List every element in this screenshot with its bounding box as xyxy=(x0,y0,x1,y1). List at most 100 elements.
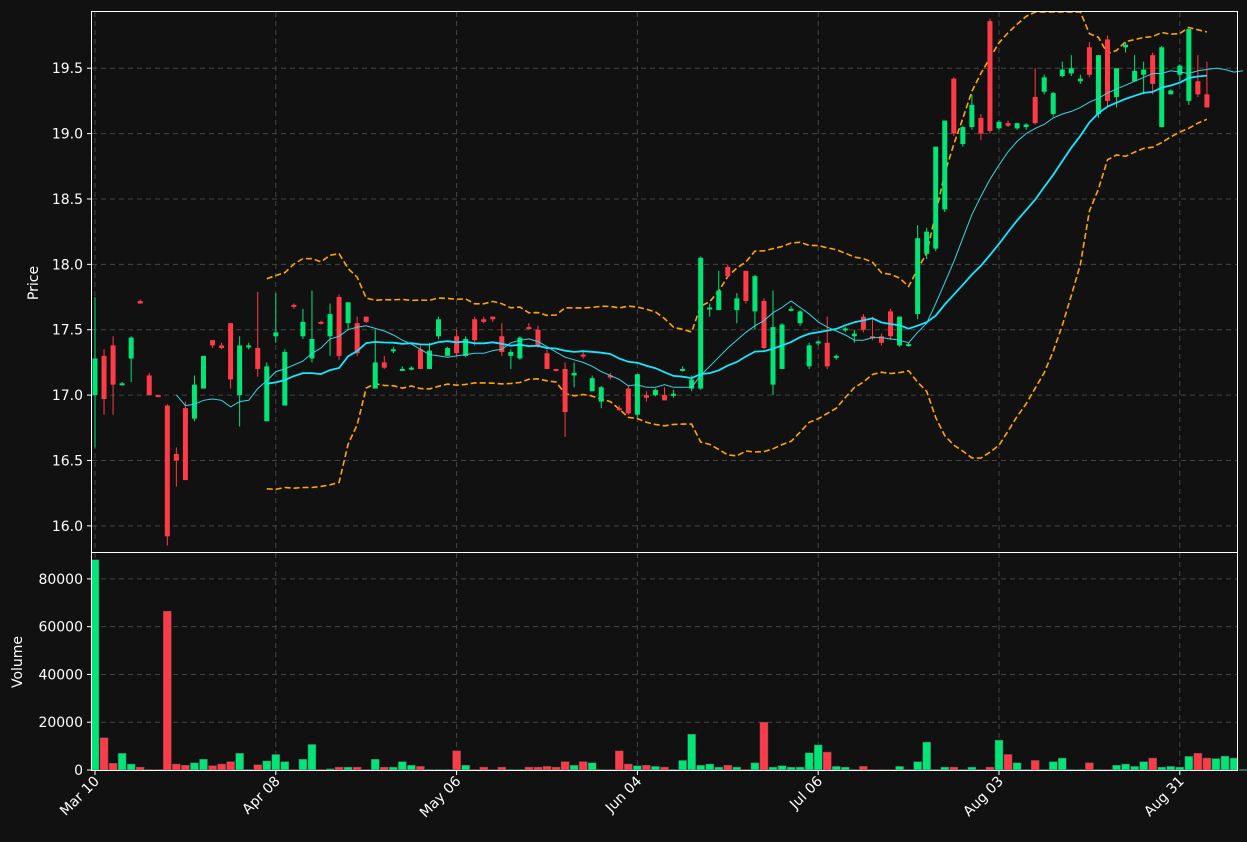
volume-bar xyxy=(895,766,904,771)
candle-body xyxy=(1095,55,1101,114)
candle xyxy=(182,401,188,481)
volume-bar xyxy=(135,766,145,771)
candle-body xyxy=(1177,65,1183,75)
candle-body xyxy=(960,127,966,145)
volume-bar xyxy=(795,766,805,771)
candle-body xyxy=(824,342,830,367)
volume-bar xyxy=(551,766,561,771)
volume-bar xyxy=(859,766,868,771)
candle-body xyxy=(671,393,677,396)
candle-body xyxy=(770,327,776,385)
candle xyxy=(200,355,206,389)
volume-bar xyxy=(660,766,669,771)
volume-bar xyxy=(1130,766,1139,771)
candlestick-chart: 16.0 16.5 17.0 17.5 18.0 18.5 19.0 19.5 0 20000 4… xyxy=(0,0,1247,842)
price-ytick-label: 17.5 xyxy=(52,323,83,339)
candle-body xyxy=(1132,70,1138,82)
candle xyxy=(164,404,170,546)
candle-body xyxy=(553,368,559,371)
candle-body xyxy=(1195,81,1201,95)
candle-body xyxy=(996,121,1002,129)
volume-bar xyxy=(497,766,507,771)
candle-body xyxy=(408,367,414,370)
volume-bar xyxy=(949,766,959,771)
candle-body xyxy=(915,238,921,315)
candle xyxy=(915,225,921,320)
candle-body xyxy=(716,290,722,311)
candle-body xyxy=(146,375,152,396)
volume-bar xyxy=(777,765,787,771)
candle-body xyxy=(101,355,107,400)
volume-bar xyxy=(913,761,922,771)
candle xyxy=(282,349,288,406)
volume-bar xyxy=(398,761,407,771)
volume-bar xyxy=(759,721,769,771)
candle-body xyxy=(707,307,713,310)
candle xyxy=(445,346,451,356)
volume-bar xyxy=(750,762,760,771)
candle-body xyxy=(246,345,252,348)
volume-bar xyxy=(172,763,181,771)
volume-bar xyxy=(569,764,579,771)
candle-body xyxy=(734,298,740,311)
candle-body xyxy=(417,349,423,369)
candle-body xyxy=(1059,69,1065,77)
candle-body xyxy=(625,388,631,414)
volume-bar xyxy=(343,766,353,771)
candle xyxy=(860,314,866,333)
candle-body xyxy=(833,355,839,358)
candle-body xyxy=(698,257,704,389)
candle xyxy=(1086,42,1092,78)
candle-body xyxy=(508,351,514,356)
volume-bar xyxy=(199,759,208,771)
volume-bar xyxy=(1148,757,1157,771)
candle xyxy=(933,146,939,252)
candle-body xyxy=(806,345,812,367)
candle-body xyxy=(291,304,297,307)
candle-body xyxy=(318,321,324,324)
candle-body xyxy=(797,311,803,324)
volume-bar xyxy=(524,766,534,771)
volume-bar xyxy=(226,761,235,771)
volume-bar xyxy=(804,752,814,771)
candle-body xyxy=(273,332,279,337)
candle-body xyxy=(1204,94,1210,108)
candle-body xyxy=(969,104,975,128)
volume-bar xyxy=(651,766,660,771)
candle-body xyxy=(634,374,640,415)
volume-bar xyxy=(90,559,100,771)
volume-bar xyxy=(181,764,190,771)
candle xyxy=(942,120,948,213)
candle-body xyxy=(815,341,821,344)
volume-bar xyxy=(108,763,118,771)
volume-bar xyxy=(1048,761,1058,771)
candle-body xyxy=(490,316,496,320)
volume-bar xyxy=(1193,753,1203,771)
candle-body xyxy=(210,340,216,346)
candle xyxy=(761,298,767,350)
volume-bar xyxy=(1012,762,1022,771)
volume-bar xyxy=(253,764,262,771)
candle-body xyxy=(92,358,98,396)
candle xyxy=(743,270,749,304)
volume-bar xyxy=(587,762,597,771)
volume-bar xyxy=(334,766,344,771)
volume-bar xyxy=(416,766,425,771)
volume-bar xyxy=(723,764,733,771)
volume-bar xyxy=(642,764,651,771)
candle-body xyxy=(182,408,188,481)
candle-body xyxy=(544,353,550,369)
volume-bar xyxy=(696,764,705,771)
volume-bar xyxy=(1121,763,1130,771)
candle-body xyxy=(200,355,206,389)
price-ytick-label: 16.0 xyxy=(52,519,83,535)
volume-bar xyxy=(280,761,290,771)
price-ytick-label: 18.0 xyxy=(52,257,83,273)
candle-body xyxy=(219,345,225,349)
candle-body xyxy=(1050,93,1056,114)
candle-body xyxy=(589,378,595,392)
candle-body xyxy=(264,366,270,422)
candle-body xyxy=(1141,69,1147,75)
candle-body xyxy=(1032,96,1038,124)
price-ytick-label: 17.0 xyxy=(52,388,83,404)
